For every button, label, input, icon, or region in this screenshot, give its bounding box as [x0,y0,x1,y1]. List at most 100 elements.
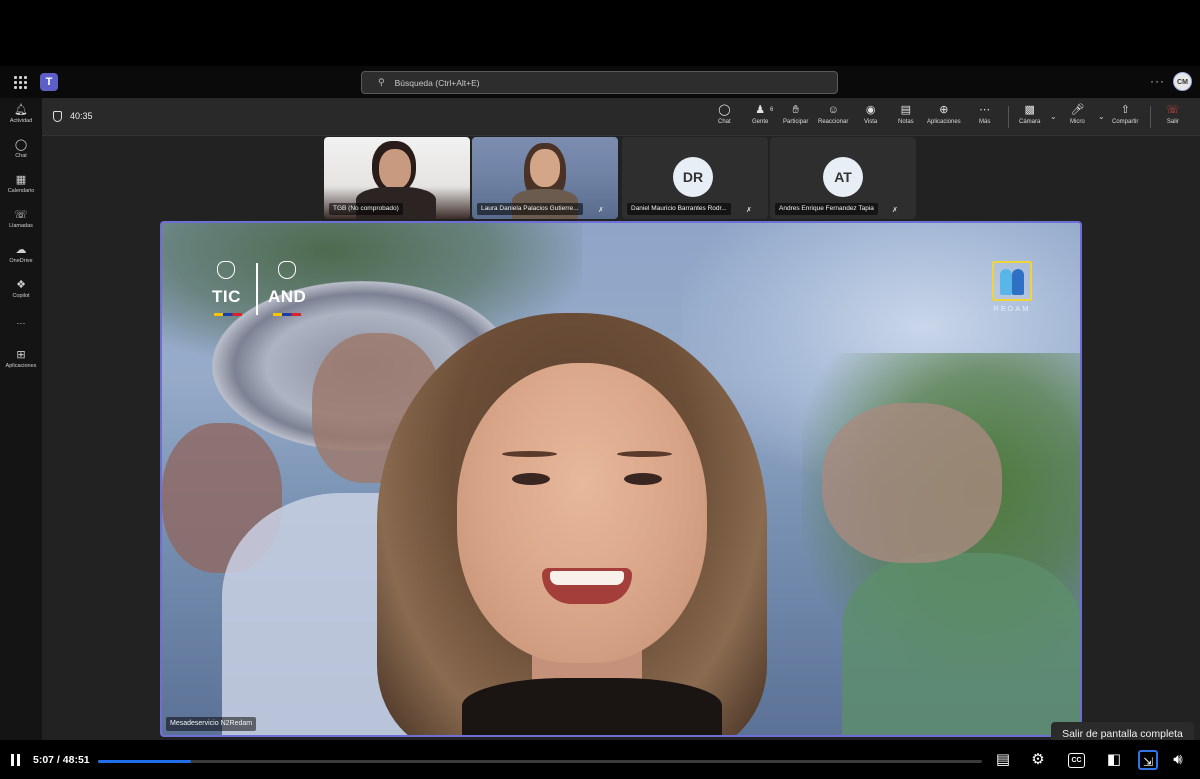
rail-item-aplicaciones[interactable]: ⊞ Aplicaciones [0,349,42,369]
speaker-eyebrow [502,451,557,457]
mic-label: Micro [1070,119,1085,125]
participant-tile[interactable]: DR Daniel Mauricio Barrantes Rodr... ✗ [622,137,768,219]
toolbar-divider [1008,106,1009,128]
speaker-teeth [550,571,624,585]
notes-button[interactable]: ▤ Notas [898,104,914,125]
participant-tile[interactable]: Laura Daniela Palacios Gutierre... ✗ [472,137,618,219]
rail-item-label: Llamadas [9,223,33,229]
mic-off-icon: ✗ [598,207,604,214]
logo-text-and: AND [268,287,307,306]
reactions-label: Reaccionar [818,119,849,125]
participant-name: Daniel Mauricio Barrantes Rodr... [627,203,731,215]
speaker-sweater [462,678,722,735]
rail-item-llamadas[interactable]: ☏ Llamadas [0,209,42,229]
participant-tile[interactable]: AT Andres Enrique Fernandez Tapia ✗ [770,137,916,219]
rail-item-onedrive[interactable]: ☁︎ OneDrive [0,244,42,264]
phone-icon: ☏ [14,209,28,221]
coat-of-arms-icon [217,261,235,279]
rail-item-calendario[interactable]: ▦ Calendario [0,174,42,194]
app-rail: 🔔︎ Actividad ◯ Chat ▦ Calendario ☏ Llama… [0,98,42,740]
flag-stripe [273,313,301,316]
chat-button[interactable]: ◯ Chat [718,104,731,125]
copilot-icon: ❖ [16,279,26,291]
rail-item-label: Aplicaciones [5,363,37,369]
camera-button[interactable]: ▩ Cámara [1019,104,1040,125]
logo-text-tic: TIC [212,287,241,306]
reactions-button[interactable]: ☺ Reaccionar [818,104,848,125]
apps-button[interactable]: ⊕ Aplicaciones [927,104,961,125]
more-icon: ··· [16,318,26,328]
flag-stripe [214,313,242,316]
people-button[interactable]: ♟ 6 Gente [752,104,773,125]
rail-item-label: Calendario [7,188,35,194]
app-launcher-icon[interactable] [12,74,28,90]
participant-face [379,149,411,189]
hand-icon: ✋︎ [792,104,799,116]
progress-bar[interactable] [98,760,982,763]
search-icon: ⚲ [378,77,385,87]
calendar-icon: ▦ [15,174,27,186]
pause-button[interactable] [10,754,22,766]
captions-button[interactable]: CC [1068,753,1085,768]
settings-gear-icon[interactable]: ⚙︎ [1028,750,1048,770]
picture-in-picture-icon[interactable]: ◧ [1104,750,1124,770]
redam-logo: REDAM [988,261,1036,315]
coat-of-arms-icon [278,261,296,279]
speaker-video[interactable]: TIC AND REDAM Mesadeservicio N2Redam [160,221,1082,737]
rail-item-more[interactable]: ··· [0,318,42,328]
view-button[interactable]: ◉ Vista [864,104,877,125]
search-input[interactable]: ⚲ Búsqueda (Ctrl+Alt+E) [361,71,838,94]
teams-logo-icon: T [40,73,58,91]
speaker-eye [624,473,662,485]
apps-label: Aplicaciones [927,119,961,125]
participant-name: Laura Daniela Palacios Gutierre... [477,203,583,215]
chat-icon: ◯ [718,104,731,116]
bell-icon: 🔔︎ [14,104,28,116]
view-label: Vista [864,119,878,125]
more-label: Más [979,119,991,125]
mic-chevron-down-icon[interactable]: ⌄ [1098,112,1105,121]
speaker-eyebrow [617,451,672,457]
speaker-name: Mesadeservicio N2Redam [166,717,257,731]
pause-icon [17,754,20,766]
mic-button[interactable]: 🎤︎ Micro [1070,104,1085,125]
mic-off-icon: ✗ [746,207,752,214]
leave-label: Salir [1166,119,1179,125]
user-avatar[interactable]: CM [1173,72,1192,91]
shield-icon [53,111,62,122]
leave-button[interactable]: ☏ Salir [1166,104,1180,125]
participant-tile[interactable]: TGB (No comprobado) [324,137,470,219]
logo-divider [256,263,258,315]
chapters-icon[interactable]: ▤ [993,750,1013,770]
search-placeholder: Búsqueda (Ctrl+Alt+E) [394,77,480,88]
progress-fill [98,760,191,763]
background-person [842,553,1080,735]
share-button[interactable]: ⇧ Compartir [1112,104,1138,125]
raise-hand-button[interactable]: ✋︎ Participar [783,104,808,125]
ellipsis-icon: ⋯ [979,104,991,116]
plus-icon: ⊕ [939,104,949,116]
rail-item-actividad[interactable]: 🔔︎ Actividad [0,104,42,124]
rail-item-label: Chat [15,153,27,159]
exit-fullscreen-button[interactable]: ⇲ [1138,750,1158,770]
volume-icon[interactable]: 🔊︎ [1168,750,1188,770]
more-button[interactable]: ⋯ Más [979,104,990,125]
camera-chevron-down-icon[interactable]: ⌄ [1050,112,1057,121]
rail-item-label: Copilot [12,293,30,299]
more-options-icon[interactable]: ··· [1150,74,1165,88]
plus-square-icon: ⊞ [16,349,26,361]
rail-item-copilot[interactable]: ❖ Copilot [0,279,42,299]
speaker-face [457,363,707,663]
people-label: Gente [752,119,769,125]
rail-item-chat[interactable]: ◯ Chat [0,139,42,159]
notes-label: Notas [898,119,914,125]
redam-logo-text: REDAM [993,304,1031,313]
mic-off-icon: ✗ [892,207,898,214]
video-player-controls: 5:07 / 48:51 ▤ ⚙︎ CC ◧ ⇲ 🔊︎ [0,740,1200,779]
rail-item-label: Actividad [9,118,33,124]
playback-time: 5:07 / 48:51 [33,754,90,766]
rail-item-label: OneDrive [9,258,33,264]
background-person [822,403,1002,563]
toolbar-divider [1150,106,1151,128]
raise-hand-label: Participar [783,119,809,125]
